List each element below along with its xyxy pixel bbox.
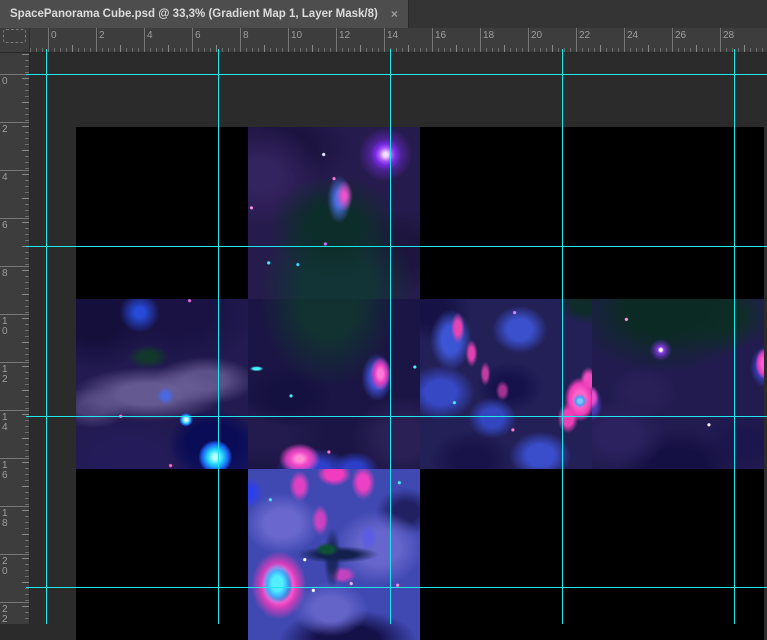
ruler-label: 0 [51,30,57,41]
guide-vertical[interactable] [218,49,219,624]
document-tab[interactable]: SpacePanorama Cube.psd @ 33,3% (Gradient… [0,0,409,28]
ruler-label: 20 [531,30,543,41]
face-back [592,299,764,469]
guide-vertical[interactable] [562,49,563,624]
guide-horizontal[interactable] [26,74,767,75]
ruler-label: 12 [339,30,351,41]
ruler-left[interactable]: 0 2 4 6 8 10 12 14 16 18 20 22 [0,52,30,624]
ruler-top[interactable]: 0 2 4 6 8 10 12 14 16 18 20 22 24 26 28 [0,28,767,53]
tab-bar: SpacePanorama Cube.psd @ 33,3% (Gradient… [0,0,767,28]
ruler-origin-icon [3,29,26,43]
face-right [420,299,592,469]
ruler-label: 28 [723,30,735,41]
guide-horizontal[interactable] [26,587,767,588]
ruler-label: 16 [435,30,447,41]
face-front [248,299,420,469]
ruler-label: 26 [675,30,687,41]
ruler-label: 16 [2,460,8,481]
canvas-viewport[interactable] [30,53,767,640]
ruler-label: 20 [2,556,8,577]
ruler-label: 0 [2,76,8,87]
tab-close-icon[interactable]: × [391,8,398,20]
ruler-label: 8 [243,30,249,41]
ruler-label: 6 [2,220,8,231]
ruler-label: 4 [2,172,8,183]
ruler-label: 18 [483,30,495,41]
ruler-label: 18 [2,508,8,529]
ruler-label: 2 [2,124,8,135]
ruler-label: 6 [195,30,201,41]
ruler-label: 12 [2,364,8,385]
face-top [248,127,420,299]
ruler-label: 8 [2,268,8,279]
ruler-label: 10 [2,316,8,337]
document-canvas[interactable] [76,127,764,640]
tab-title: SpacePanorama Cube.psd @ 33,3% (Gradient… [10,8,378,20]
guide-horizontal[interactable] [26,416,767,417]
face-bottom [248,469,420,640]
guide-vertical[interactable] [734,49,735,624]
ruler-corner[interactable] [0,28,30,53]
guide-horizontal[interactable] [26,246,767,247]
ruler-label: 22 [2,604,8,625]
ruler-label: 2 [99,30,105,41]
ruler-label: 22 [579,30,591,41]
guide-vertical[interactable] [46,49,47,624]
guide-vertical[interactable] [390,49,391,624]
face-left [76,299,248,469]
ruler-label: 24 [627,30,639,41]
ruler-label: 14 [2,412,8,433]
ruler-label: 14 [387,30,399,41]
ruler-label: 4 [147,30,153,41]
ruler-label: 10 [291,30,303,41]
